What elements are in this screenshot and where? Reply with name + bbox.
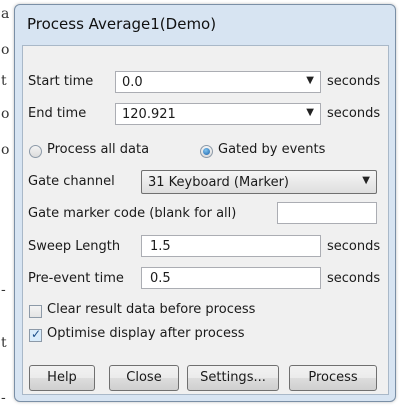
background-text-char: - xyxy=(1,390,6,406)
pre-event-label: Pre-event time xyxy=(28,271,124,286)
sweep-length-value: 1.5 xyxy=(150,239,171,254)
chevron-down-icon[interactable]: ▼ xyxy=(306,107,314,118)
dialog-title: Process Average1(Demo) xyxy=(27,15,217,33)
optimise-display-checkbox[interactable] xyxy=(29,327,42,342)
chevron-down-icon[interactable]: ▼ xyxy=(362,175,370,186)
clear-result-checkbox[interactable] xyxy=(29,305,42,318)
background-text-char: t xyxy=(1,335,7,351)
background-text-char: a xyxy=(1,6,10,22)
end-time-unit: seconds xyxy=(327,106,381,121)
background-text-char: o xyxy=(1,42,10,58)
gated-by-events-radio[interactable] xyxy=(200,145,213,158)
gate-channel-select[interactable]: 31 Keyboard (Marker) ▼ xyxy=(141,170,377,194)
background-text-char: - xyxy=(1,282,6,298)
pre-event-value: 0.5 xyxy=(150,271,171,286)
pre-event-input[interactable]: 0.5 xyxy=(141,267,321,289)
background-text-char: t xyxy=(1,73,7,89)
gate-marker-label: Gate marker code (blank for all) xyxy=(28,206,237,221)
end-time-label: End time xyxy=(28,106,87,121)
process-dialog: Process Average1(Demo) Start time 0.0 ▼ … xyxy=(14,4,396,402)
start-time-unit: seconds xyxy=(327,74,381,89)
sweep-length-label: Sweep Length xyxy=(28,239,121,254)
gate-channel-label: Gate channel xyxy=(28,174,115,189)
help-button[interactable]: Help xyxy=(29,365,95,391)
chevron-down-icon[interactable]: ▼ xyxy=(306,75,314,86)
gated-by-events-label[interactable]: Gated by events xyxy=(218,142,325,157)
background-text-char: o xyxy=(1,106,10,122)
settings-button[interactable]: Settings... xyxy=(187,365,279,391)
title-bar[interactable]: Process Average1(Demo) xyxy=(15,5,395,45)
start-time-label: Start time xyxy=(28,74,94,89)
process-all-label[interactable]: Process all data xyxy=(47,142,149,157)
close-button[interactable]: Close xyxy=(109,365,179,391)
end-time-combo[interactable]: 120.921 ▼ xyxy=(115,103,321,125)
dialog-body: Start time 0.0 ▼ seconds End time 120.92… xyxy=(22,45,389,395)
gate-channel-value: 31 Keyboard (Marker) xyxy=(148,175,289,190)
sweep-length-input[interactable]: 1.5 xyxy=(141,235,321,257)
process-all-radio[interactable] xyxy=(29,145,42,158)
optimise-display-label[interactable]: Optimise display after process xyxy=(47,326,245,341)
pre-event-unit: seconds xyxy=(327,271,381,286)
end-time-value: 120.921 xyxy=(122,107,176,122)
sweep-length-unit: seconds xyxy=(327,239,381,254)
start-time-combo[interactable]: 0.0 ▼ xyxy=(115,71,321,93)
background-text-char: o xyxy=(1,142,10,158)
process-button[interactable]: Process xyxy=(289,365,377,391)
clear-result-label[interactable]: Clear result data before process xyxy=(47,302,255,317)
start-time-value: 0.0 xyxy=(122,75,143,90)
gate-marker-input[interactable] xyxy=(277,202,377,224)
